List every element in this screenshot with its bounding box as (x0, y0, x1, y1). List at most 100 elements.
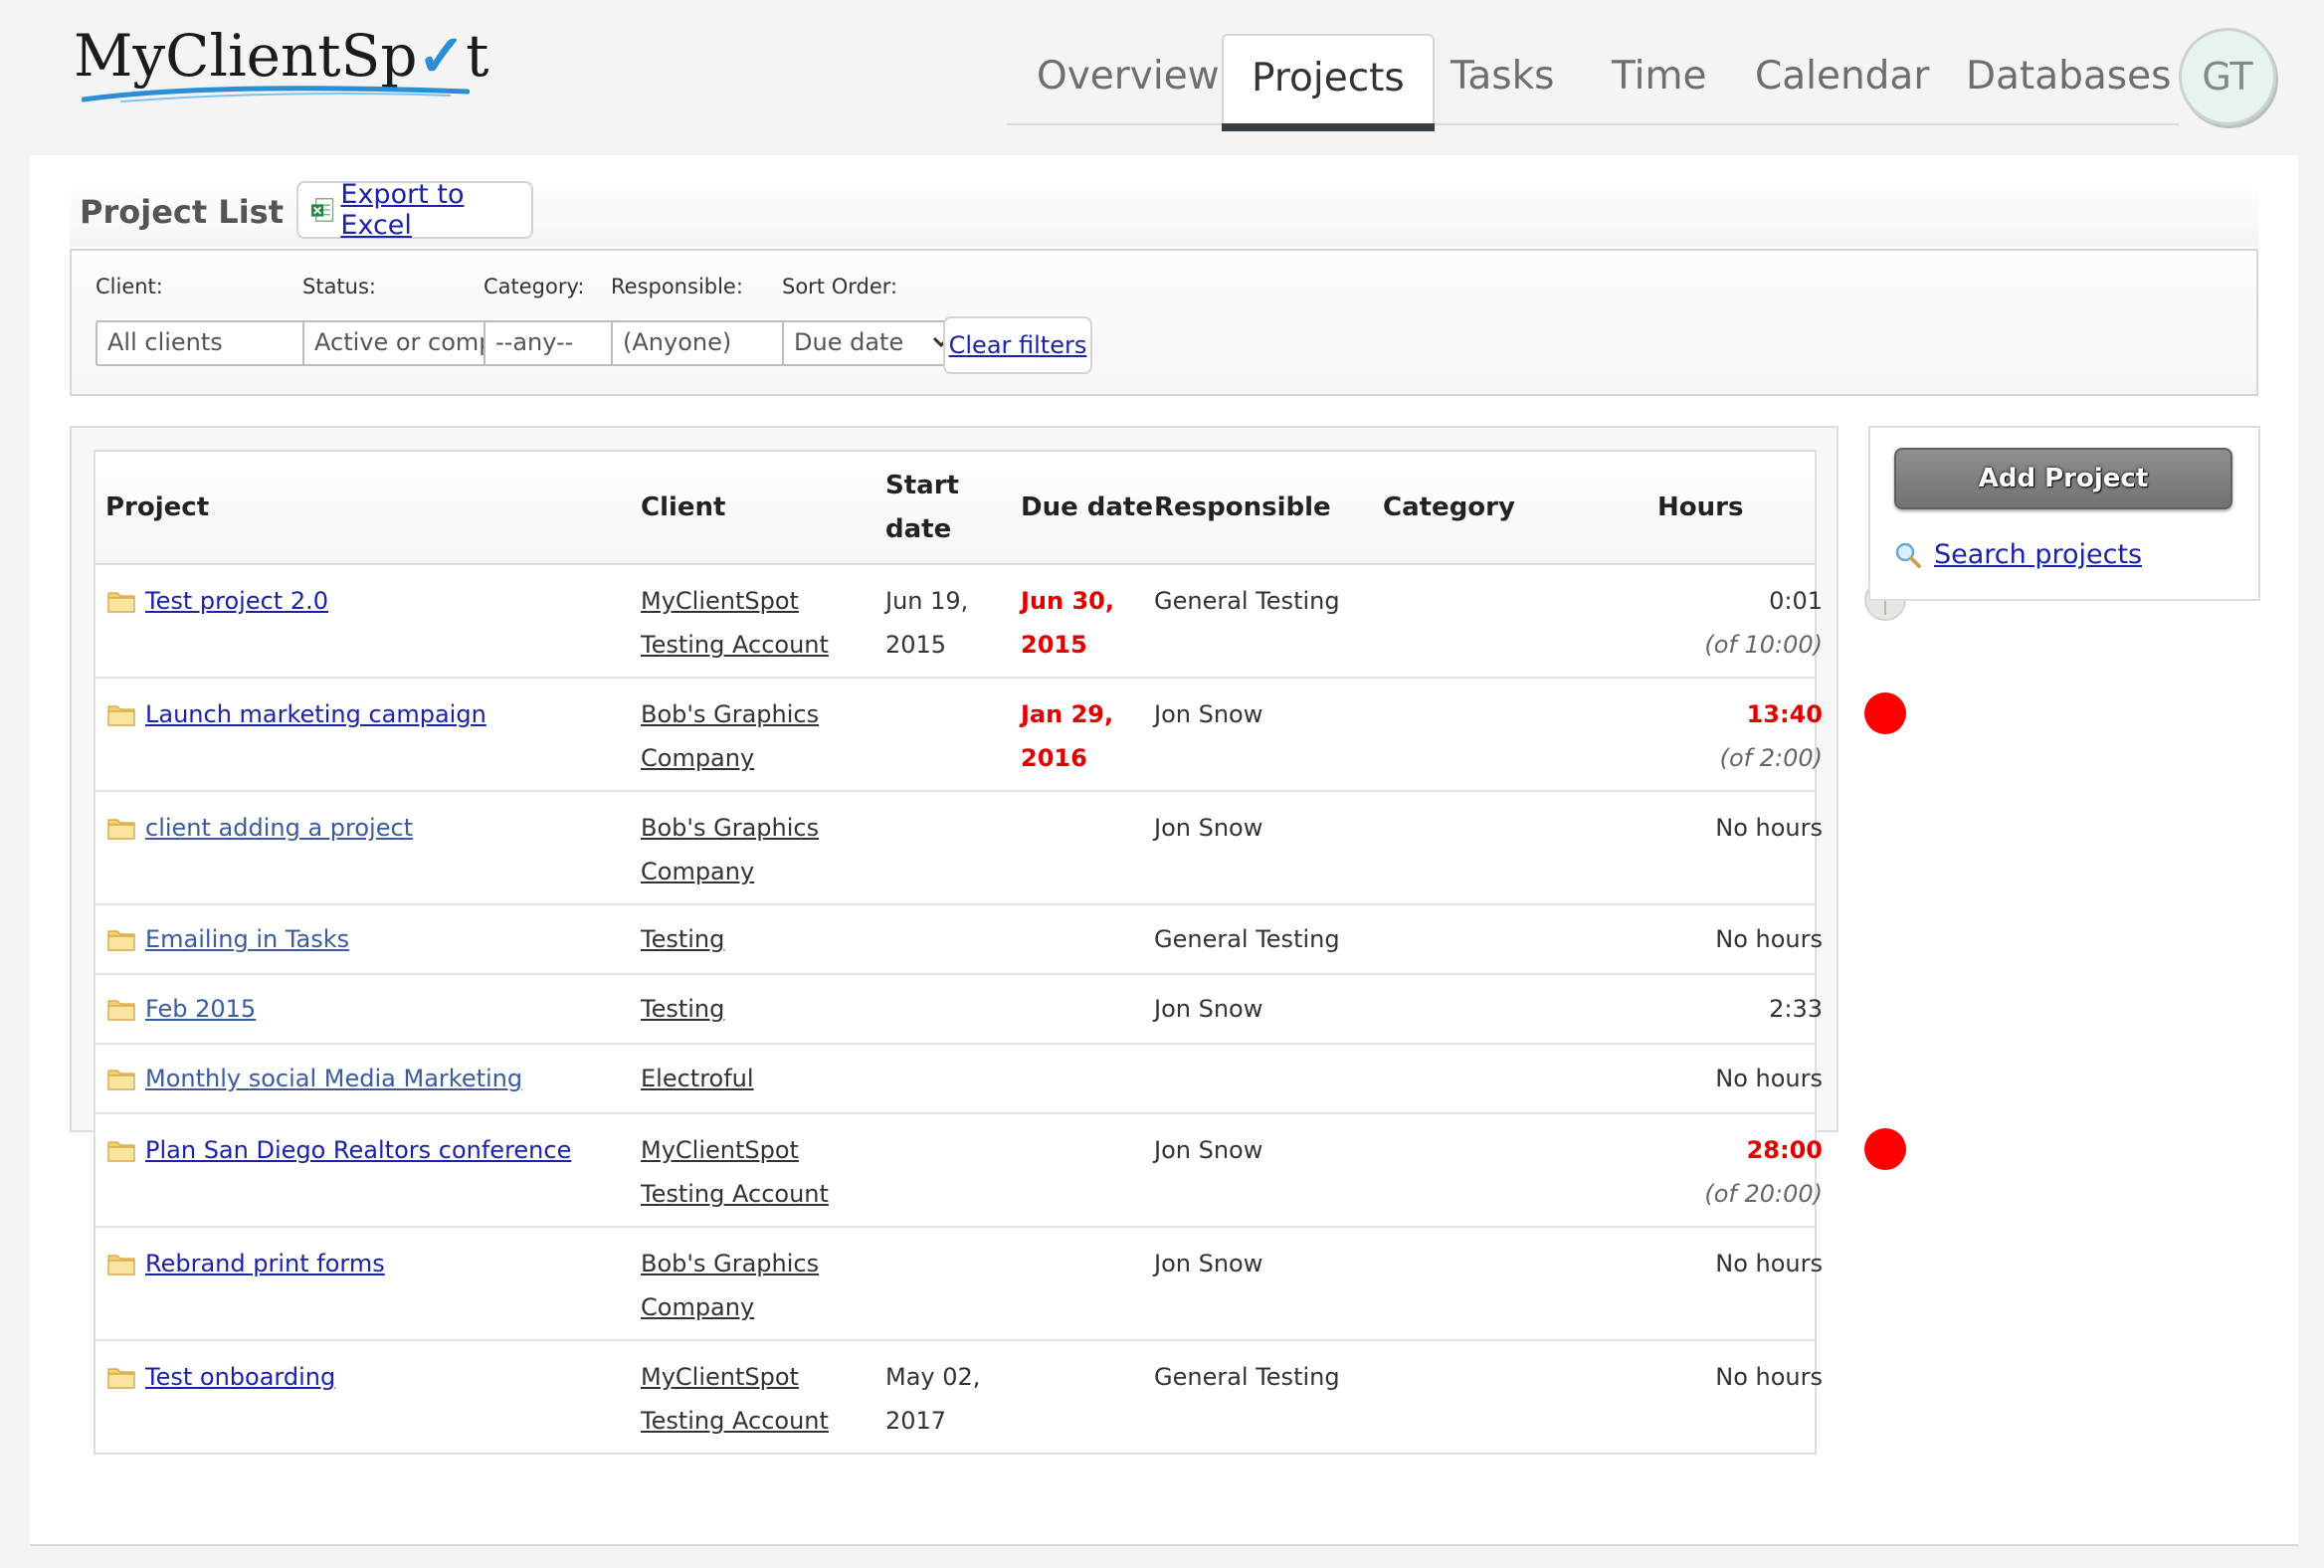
export-to-excel-button[interactable]: Export to Excel (296, 179, 533, 241)
column-header-responsible[interactable]: Responsible (1154, 486, 1331, 529)
client-link-line2[interactable]: Company (641, 1293, 754, 1321)
folder-icon (107, 930, 135, 951)
project-link[interactable]: Feb 2015 (145, 987, 256, 1031)
app-header: MyClientSp✓t Overview Projects Tasks Tim… (0, 0, 2324, 153)
tab-projects[interactable]: Projects (1222, 34, 1435, 131)
excel-icon (310, 198, 334, 222)
project-actions-sidebar: Add Project Search projects (1868, 426, 2260, 601)
column-header-due-date[interactable]: Due date (1021, 486, 1153, 529)
hours-cell: 28:00 (of 20:00) (1624, 1128, 1823, 1216)
client-filter-label: Client: (96, 275, 163, 298)
filter-bar: Client: Status: Category: Responsible: S… (70, 249, 2258, 396)
project-cell: Feb 2015 (107, 987, 256, 1031)
client-cell[interactable]: Bob's Graphics Company (641, 806, 819, 893)
search-projects-label[interactable]: Search projects (1934, 539, 2142, 570)
tab-overview[interactable]: Overview (1037, 54, 1220, 98)
project-table-container: Project Client Start date Due date Respo… (70, 426, 1906, 1455)
project-cell: Rebrand print forms (107, 1242, 385, 1285)
responsible-cell: General Testing (1154, 587, 1340, 615)
column-header-category[interactable]: Category (1383, 486, 1515, 529)
hours-value: 28:00 (1746, 1136, 1823, 1164)
client-link-line1[interactable]: MyClientSpot (641, 1136, 799, 1164)
table-row: Test onboarding MyClientSpot Testing Acc… (96, 1341, 1823, 1453)
hours-cell: No hours (1624, 806, 1823, 850)
client-link-line2[interactable]: Company (641, 858, 754, 885)
tab-databases[interactable]: Databases (1966, 54, 2171, 98)
client-link-line2[interactable]: Company (641, 744, 754, 772)
hours-budget: (of 2:00) (1719, 744, 1823, 772)
hours-value: No hours (1715, 814, 1823, 842)
start-date-line2: 2015 (885, 631, 947, 659)
start-date-line2: 2017 (885, 1407, 947, 1435)
clear-filters-button[interactable]: Clear filters (943, 316, 1092, 374)
client-link-line1[interactable]: MyClientSpot (641, 1363, 799, 1391)
column-header-hours[interactable]: Hours (1657, 486, 1743, 529)
table-row: Feb 2015 Testing Jon Snow 2:33 (96, 975, 1823, 1045)
client-link-line2[interactable]: Testing Account (641, 631, 829, 659)
client-cell[interactable]: Bob's Graphics Company (641, 1242, 819, 1329)
client-cell[interactable]: Bob's Graphics Company (641, 692, 819, 780)
hours-value: 13:40 (1746, 700, 1823, 728)
project-link[interactable]: Launch marketing campaign (145, 692, 486, 736)
project-link[interactable]: Emailing in Tasks (145, 917, 349, 961)
table-header-row: Project Client Start date Due date Respo… (96, 452, 1815, 565)
client-link-line1[interactable]: Bob's Graphics (641, 1250, 819, 1277)
project-link[interactable]: Rebrand print forms (145, 1242, 385, 1285)
hours-value: 2:33 (1769, 995, 1823, 1023)
client-link-line1[interactable]: Bob's Graphics (641, 700, 819, 728)
client-cell[interactable]: Testing (641, 987, 724, 1031)
project-cell: Emailing in Tasks (107, 917, 349, 961)
export-to-excel-link[interactable]: Export to Excel (340, 179, 531, 241)
client-link-line1[interactable]: Bob's Graphics (641, 814, 819, 842)
client-link-line1[interactable]: Testing (641, 995, 724, 1023)
add-project-button[interactable]: Add Project (1894, 448, 2232, 509)
panel-bottom-divider (30, 1544, 2298, 1546)
project-link[interactable]: Plan San Diego Realtors conference (145, 1128, 571, 1172)
tab-time[interactable]: Time (1612, 54, 1706, 98)
project-link[interactable]: Test onboarding (145, 1355, 335, 1399)
clear-filters-link[interactable]: Clear filters (949, 331, 1087, 359)
sort-order-select[interactable]: Due date (782, 320, 961, 366)
client-link-line2[interactable]: Testing Account (641, 1407, 829, 1435)
responsible-cell: General Testing (1154, 925, 1340, 953)
client-link-line2[interactable]: Testing Account (641, 1180, 829, 1208)
user-avatar[interactable]: GT (2179, 28, 2276, 125)
search-projects-link[interactable]: Search projects (1894, 539, 2142, 570)
tab-tasks[interactable]: Tasks (1451, 54, 1555, 98)
client-link-line1[interactable]: Testing (641, 925, 724, 953)
client-cell[interactable]: MyClientSpot Testing Account (641, 1355, 829, 1443)
client-cell[interactable]: Electroful (641, 1057, 754, 1100)
client-cell[interactable]: MyClientSpot Testing Account (641, 579, 829, 667)
project-link[interactable]: Test project 2.0 (145, 579, 328, 623)
hours-cell: 0:01 (of 10:00) (1624, 579, 1823, 667)
column-header-project[interactable]: Project (105, 486, 209, 529)
sort-order-label: Sort Order: (782, 275, 898, 298)
client-cell[interactable]: Testing (641, 917, 724, 961)
client-link-line1[interactable]: MyClientSpot (641, 587, 799, 615)
table-row: Launch marketing campaign Bob's Graphics… (96, 679, 1906, 792)
start-date-cell: May 02, 2017 (885, 1355, 980, 1443)
client-cell[interactable]: MyClientSpot Testing Account (641, 1128, 829, 1216)
project-cell: Monthly social Media Marketing (107, 1057, 522, 1100)
logo-check-icon: ✓ (417, 22, 467, 90)
hours-budget: (of 10:00) (1704, 631, 1823, 659)
client-link-line1[interactable]: Electroful (641, 1065, 754, 1092)
category-filter-label: Category: (484, 275, 585, 298)
folder-icon (107, 1070, 135, 1090)
column-header-start-line2: date (885, 514, 952, 544)
tab-calendar[interactable]: Calendar (1755, 54, 1929, 98)
hours-value: No hours (1715, 925, 1823, 953)
project-link[interactable]: client adding a project (145, 806, 413, 850)
project-link[interactable]: Monthly social Media Marketing (145, 1057, 522, 1100)
page-title: Project List (80, 193, 284, 231)
column-header-client[interactable]: Client (641, 486, 725, 529)
hours-cell: No hours (1624, 1057, 1823, 1100)
client-select-value: All clients (107, 328, 223, 356)
main-panel: Project List Export to Excel Client: Sta… (30, 155, 2298, 1544)
table-row: Plan San Diego Realtors conference MyCli… (96, 1114, 1906, 1228)
app-logo[interactable]: MyClientSp✓t (74, 22, 488, 90)
logo-text: MyClientSp (74, 22, 418, 90)
hours-cell: 13:40 (of 2:00) (1624, 692, 1823, 780)
start-date-line1: Jun 19, (885, 587, 969, 615)
column-header-start-date[interactable]: Start date (885, 464, 959, 551)
